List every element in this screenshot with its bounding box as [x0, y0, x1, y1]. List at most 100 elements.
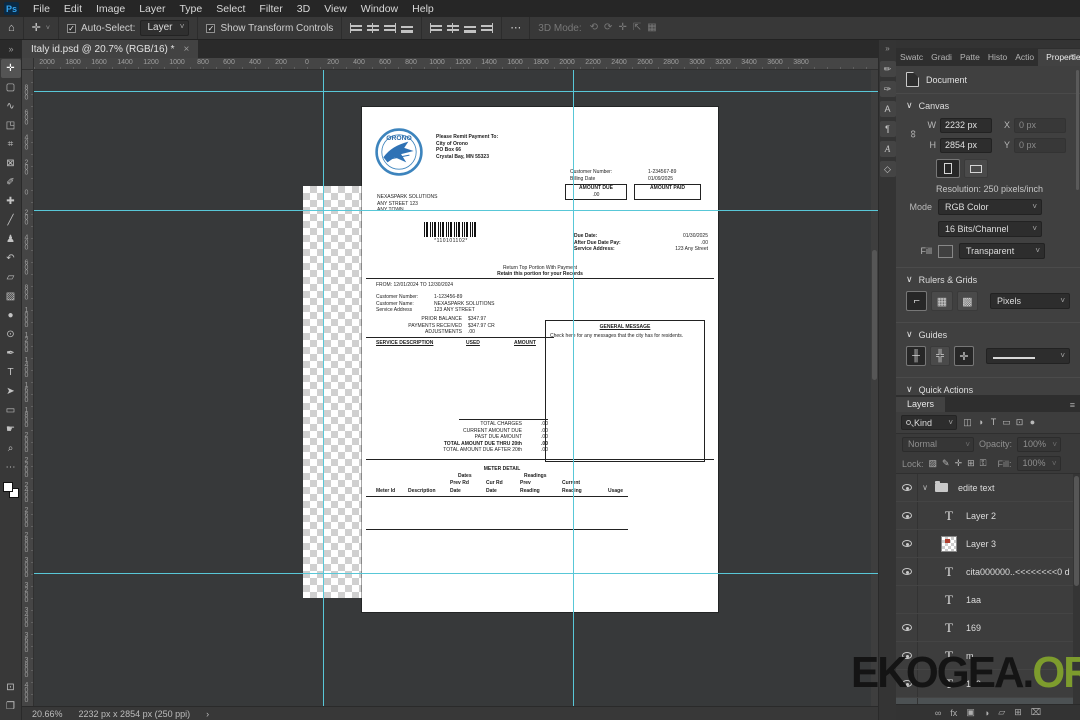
- landscape-orientation-button[interactable]: [964, 159, 988, 178]
- layer-effects-icon[interactable]: fx: [950, 708, 957, 718]
- align-bottom-icon[interactable]: [401, 23, 414, 33]
- canvas-width-field[interactable]: 2232 px: [940, 117, 992, 133]
- rectangular-marquee-tool[interactable]: ▢: [1, 78, 21, 97]
- close-icon[interactable]: ×: [184, 44, 190, 55]
- delete-layer-icon[interactable]: ⌧: [1031, 707, 1041, 718]
- layer-row[interactable]: T Layer 2: [896, 502, 1080, 530]
- layer-row[interactable]: T 169: [896, 614, 1080, 642]
- home-icon[interactable]: ⌂: [8, 22, 15, 34]
- filter-type-layers-icon[interactable]: T: [987, 417, 1000, 428]
- collapse-toolbar-icon[interactable]: »: [0, 44, 22, 58]
- clone-stamp-tool[interactable]: ♟: [1, 230, 21, 249]
- zoom-level[interactable]: 20.66%: [32, 709, 63, 719]
- 3d-camera-icon[interactable]: ▦: [647, 23, 656, 33]
- auto-select-dropdown[interactable]: Layer: [140, 20, 190, 36]
- chevron-down-icon[interactable]: ∨: [906, 274, 913, 285]
- move-tool-icon[interactable]: ✛: [32, 22, 41, 34]
- screen-mode-icon[interactable]: ❐: [1, 697, 21, 716]
- link-layers-icon[interactable]: ∞: [935, 708, 941, 718]
- history-brush-tool[interactable]: ↶: [1, 249, 21, 268]
- menu-item[interactable]: View: [317, 3, 354, 15]
- glyphs-panel-icon[interactable]: A: [879, 141, 896, 157]
- path-selection-tool[interactable]: ➤: [1, 382, 21, 401]
- document-tab[interactable]: Italy id.psd @ 20.7% (RGB/16) * ×: [22, 40, 199, 58]
- status-menu-arrow[interactable]: ›: [206, 709, 209, 719]
- layer-thumbnail[interactable]: T: [940, 592, 958, 608]
- menu-item[interactable]: Edit: [57, 3, 89, 15]
- 3d-roll-icon[interactable]: ⟳: [604, 23, 612, 33]
- layer-name[interactable]: 1aa: [966, 595, 981, 605]
- fill-select[interactable]: Transparent: [959, 243, 1045, 259]
- vertical-scrollbar[interactable]: [871, 70, 878, 706]
- filter-smart-objects-icon[interactable]: ⊡: [1013, 417, 1026, 428]
- opacity-select[interactable]: 100%: [1017, 436, 1062, 452]
- panel-tab[interactable]: Histo: [984, 49, 1011, 66]
- ruler-corner[interactable]: [22, 58, 34, 70]
- brush-tool[interactable]: ╱: [1, 211, 21, 230]
- menu-item[interactable]: Type: [172, 3, 209, 15]
- toggle-grid-button[interactable]: ▦: [931, 291, 953, 311]
- layer-thumbnail[interactable]: T: [940, 535, 958, 552]
- color-swatches[interactable]: [2, 482, 19, 498]
- crop-tool[interactable]: ⌗: [1, 135, 21, 154]
- scrollbar-thumb[interactable]: [1074, 476, 1079, 586]
- vertical-guide[interactable]: [573, 70, 574, 706]
- object-selection-tool[interactable]: ◳: [1, 116, 21, 135]
- brush-settings-panel-icon[interactable]: ✏: [879, 61, 896, 77]
- layer-visibility-toggle[interactable]: [896, 530, 918, 557]
- libraries-panel-icon[interactable]: ◇: [879, 161, 896, 177]
- panel-tab[interactable]: Swatc: [896, 49, 927, 66]
- quick-mask-icon[interactable]: ⊡: [1, 678, 21, 697]
- vertical-guide[interactable]: [323, 70, 324, 706]
- filter-on-toggle[interactable]: ●: [1026, 417, 1039, 428]
- panel-tab[interactable]: Gradi: [927, 49, 956, 66]
- chevron-down-icon[interactable]: ∨: [906, 329, 913, 340]
- align-centers-h-icon[interactable]: [367, 23, 380, 33]
- lock-position-icon[interactable]: ✛: [955, 458, 963, 469]
- layer-filter-kind-select[interactable]: Kind: [901, 415, 957, 430]
- layer-mask-icon[interactable]: ▣: [966, 707, 975, 718]
- panel-tab[interactable]: Patte: [956, 49, 984, 66]
- lock-all-icon[interactable]: ⚿: [980, 458, 987, 469]
- panel-tab[interactable]: Actio: [1011, 49, 1038, 66]
- vertical-ruler[interactable]: 800 600 400 200 0 200 400 600 800 1000 1200 1400 160…: [22, 70, 34, 706]
- layer-row[interactable]: ∨ T edite text: [896, 474, 1080, 502]
- filter-adjustment-layers-icon[interactable]: ◑: [974, 417, 987, 428]
- menu-item[interactable]: Filter: [252, 3, 289, 15]
- layer-visibility-toggle[interactable]: [896, 614, 918, 641]
- distribute-bottom-icon[interactable]: [464, 23, 477, 33]
- layer-visibility-toggle[interactable]: [896, 502, 918, 529]
- horizontal-guide[interactable]: [34, 91, 878, 92]
- new-group-icon[interactable]: ▱: [998, 707, 1005, 718]
- layer-row[interactable]: T 1aa: [896, 586, 1080, 614]
- portrait-orientation-button[interactable]: [936, 159, 960, 178]
- new-layer-icon[interactable]: ⊞: [1014, 707, 1022, 718]
- frame-tool[interactable]: ⊠: [1, 154, 21, 173]
- eraser-tool[interactable]: ▱: [1, 268, 21, 287]
- hand-tool[interactable]: ☛: [1, 420, 21, 439]
- shape-tool[interactable]: ▭: [1, 401, 21, 420]
- toggle-guides-button[interactable]: ╫: [906, 346, 926, 366]
- lock-paint-icon[interactable]: ✎: [942, 458, 950, 469]
- auto-select-checkbox[interactable]: ✓: [66, 23, 76, 33]
- distribute-centers-icon[interactable]: [447, 23, 460, 33]
- 3d-orbit-icon[interactable]: ⟲: [590, 23, 598, 33]
- menu-item[interactable]: Select: [209, 3, 252, 15]
- align-right-icon[interactable]: [384, 23, 397, 33]
- menu-item[interactable]: File: [26, 3, 57, 15]
- document-viewport[interactable]: ORONO Please Remit Payment To: City of Or…: [34, 70, 878, 706]
- 3d-slide-icon[interactable]: ⇱: [633, 23, 641, 33]
- layer-visibility-toggle[interactable]: [896, 558, 918, 585]
- lock-guides-button[interactable]: ╬: [930, 346, 950, 366]
- layer-name[interactable]: cita000000..<<<<<<<<0 d: [966, 567, 1070, 577]
- horizontal-guide[interactable]: [34, 210, 878, 211]
- layers-tab[interactable]: Layers: [896, 397, 946, 412]
- healing-brush-tool[interactable]: ✚: [1, 192, 21, 211]
- panel-menu-icon[interactable]: ≡: [1070, 52, 1076, 63]
- type-tool[interactable]: T: [1, 363, 21, 382]
- fill-swatch[interactable]: [938, 244, 953, 258]
- blend-mode-select[interactable]: Normal: [902, 436, 974, 452]
- layer-thumbnail[interactable]: T: [940, 564, 958, 580]
- show-transform-checkbox[interactable]: ✓: [206, 23, 216, 33]
- layer-thumbnail[interactable]: T: [940, 620, 958, 636]
